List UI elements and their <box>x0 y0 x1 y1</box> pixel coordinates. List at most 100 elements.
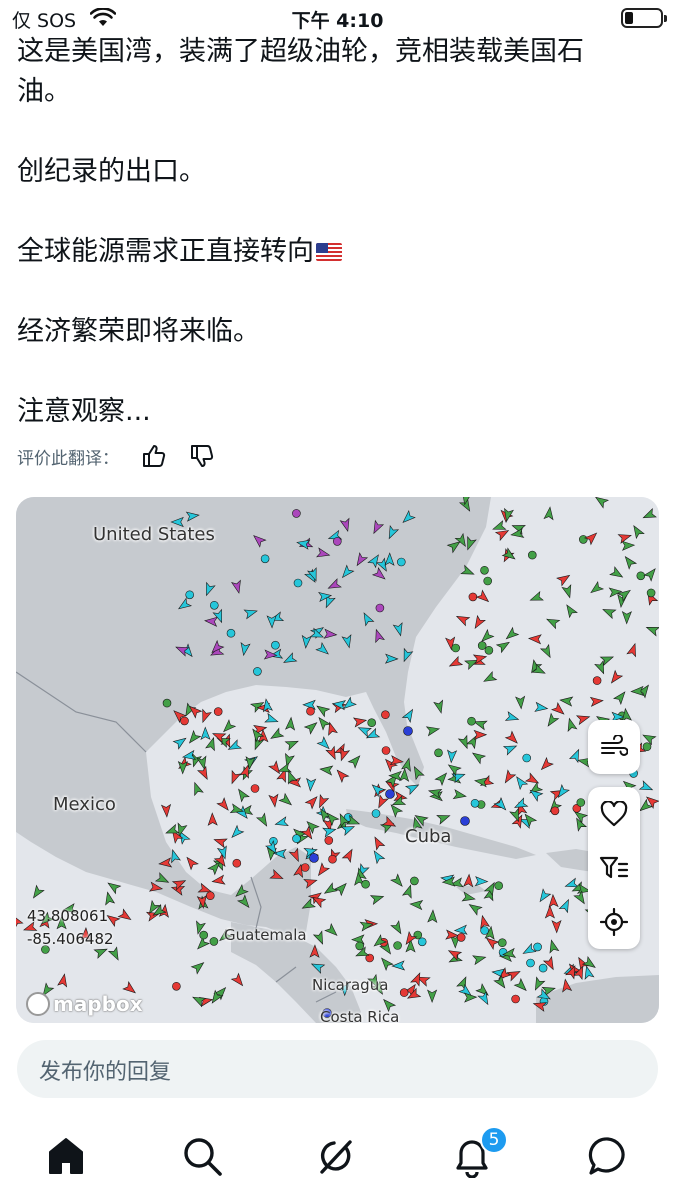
battery-icon <box>621 8 667 28</box>
anchored-vessel-marker[interactable] <box>271 640 280 650</box>
anchored-vessel-marker[interactable] <box>213 707 223 716</box>
clock: 下午 4:10 <box>291 10 384 32</box>
anchored-vessel-marker[interactable] <box>361 879 370 889</box>
anchored-vessel-marker[interactable] <box>292 509 301 518</box>
anchored-vessel-marker[interactable] <box>306 706 315 716</box>
tweet-line: 经济繁荣即将来临。 <box>17 316 260 347</box>
anchored-vessel-marker[interactable] <box>185 590 194 600</box>
anchored-vessel-marker[interactable] <box>332 537 342 546</box>
anchored-vessel-marker[interactable] <box>642 742 652 751</box>
anchored-vessel-marker[interactable] <box>324 836 334 845</box>
vessel-marker[interactable] <box>403 726 413 736</box>
anchored-vessel-marker[interactable] <box>497 938 507 948</box>
bottom-navigation: 5 <box>0 1120 675 1200</box>
anchored-vessel-marker[interactable] <box>576 798 586 807</box>
us-flag-icon <box>316 243 342 261</box>
search-icon[interactable] <box>180 1134 224 1178</box>
anchored-vessel-marker[interactable] <box>434 748 443 758</box>
anchored-vessel-marker[interactable] <box>646 588 656 598</box>
locate-button[interactable] <box>588 895 640 949</box>
anchored-vessel-marker[interactable] <box>371 809 381 818</box>
anchored-vessel-marker[interactable] <box>209 937 219 946</box>
vessel-marker[interactable] <box>460 816 470 826</box>
map-label-cuba: Cuba <box>405 826 452 847</box>
anchored-vessel-marker[interactable] <box>592 676 602 685</box>
anchored-vessel-marker[interactable] <box>180 716 189 726</box>
anchored-vessel-marker[interactable] <box>355 941 365 951</box>
anchored-vessel-marker[interactable] <box>393 941 402 950</box>
grok-icon[interactable] <box>314 1134 358 1178</box>
status-bar: 仅 SOS 下午 4:10 <box>0 0 675 36</box>
anchored-vessel-marker[interactable] <box>232 858 242 868</box>
anchored-vessel-marker[interactable] <box>480 566 489 575</box>
reply-placeholder: 发布你的回复 <box>39 1060 172 1085</box>
anchored-vessel-marker[interactable] <box>260 554 270 564</box>
tweet-line: 创纪录的出口。 <box>17 156 206 187</box>
tweet-line: 全球能源需求正直接转向 <box>17 232 657 272</box>
anchored-vessel-marker[interactable] <box>578 535 588 544</box>
thumbs-down-icon[interactable] <box>189 443 215 469</box>
vessel-map[interactable]: United States Mexico Cuba Guatemala Nica… <box>16 497 659 1023</box>
anchored-vessel-marker[interactable] <box>292 834 301 843</box>
vessel-marker[interactable] <box>385 789 395 799</box>
anchored-vessel-marker[interactable] <box>162 698 172 708</box>
anchored-vessel-marker[interactable] <box>484 646 494 655</box>
wind-layer-button[interactable] <box>588 720 640 774</box>
wind-icon <box>601 735 628 756</box>
rate-translation-label: 评价此翻译： <box>17 448 119 469</box>
anchored-vessel-marker[interactable] <box>410 876 419 886</box>
anchored-vessel-marker[interactable] <box>468 592 478 602</box>
map-controls <box>588 787 640 949</box>
anchored-vessel-marker[interactable] <box>511 994 520 1004</box>
anchored-vessel-marker[interactable] <box>396 557 406 567</box>
anchored-vessel-marker[interactable] <box>417 937 427 947</box>
anchored-vessel-marker[interactable] <box>210 601 219 610</box>
filter-button[interactable] <box>588 841 640 895</box>
thumbs-up-icon[interactable] <box>141 443 167 469</box>
anchored-vessel-marker[interactable] <box>199 930 208 940</box>
map-label-united-states: United States <box>93 524 215 545</box>
anchored-vessel-marker[interactable] <box>328 854 337 864</box>
anchored-vessel-marker[interactable] <box>550 806 560 816</box>
anchored-vessel-marker[interactable] <box>250 784 260 793</box>
anchored-vessel-marker[interactable] <box>526 958 535 968</box>
anchored-vessel-marker[interactable] <box>467 716 476 726</box>
anchored-vessel-marker[interactable] <box>527 550 537 560</box>
anchored-vessel-marker[interactable] <box>253 667 262 676</box>
anchored-vessel-marker[interactable] <box>533 942 542 952</box>
anchored-vessel-marker[interactable] <box>538 963 548 973</box>
messages-icon[interactable] <box>586 1134 630 1178</box>
tweet-text: 这是美国湾，装满了超级油轮，竞相装载美国石 油。 创纪录的出口。 全球能源需求正… <box>17 32 657 432</box>
anchored-vessel-marker[interactable] <box>636 571 646 581</box>
anchored-vessel-marker[interactable] <box>375 603 385 613</box>
coordinates-readout: 43.808061 -85.406482 <box>27 905 114 951</box>
anchored-vessel-marker[interactable] <box>494 881 504 891</box>
anchored-vessel-marker[interactable] <box>477 641 487 650</box>
reply-input[interactable]: 发布你的回复 <box>17 1040 658 1098</box>
anchored-vessel-marker[interactable] <box>293 578 303 588</box>
locate-icon <box>600 908 628 936</box>
anchored-vessel-marker[interactable] <box>451 643 461 653</box>
anchored-vessel-marker[interactable] <box>381 710 390 719</box>
anchored-vessel-marker[interactable] <box>456 933 466 942</box>
anchored-vessel-marker[interactable] <box>483 576 493 586</box>
anchored-vessel-marker[interactable] <box>300 863 310 872</box>
anchored-vessel-marker[interactable] <box>522 753 532 763</box>
favorite-button[interactable] <box>588 787 640 841</box>
anchored-vessel-marker[interactable] <box>381 746 391 755</box>
vessel-marker[interactable] <box>309 853 319 863</box>
mapbox-attribution[interactable]: mapbox <box>26 992 143 1016</box>
anchored-vessel-marker[interactable] <box>206 891 215 901</box>
mapbox-logo-icon <box>26 992 50 1016</box>
filter-list-icon <box>599 856 629 879</box>
anchored-vessel-marker[interactable] <box>226 628 236 638</box>
anchored-vessel-marker[interactable] <box>367 718 377 727</box>
home-icon[interactable] <box>44 1134 88 1178</box>
tweet-line: 这是美国湾，装满了超级油轮，竞相装载美国石 <box>17 36 584 67</box>
tweet-line: 注意观察... <box>17 396 151 427</box>
anchored-vessel-marker[interactable] <box>172 981 181 991</box>
notification-badge: 5 <box>480 1126 508 1154</box>
anchored-vessel-marker[interactable] <box>470 798 480 808</box>
anchored-vessel-marker[interactable] <box>399 988 409 997</box>
tweet-line-text: 全球能源需求正直接转向 <box>17 236 314 267</box>
